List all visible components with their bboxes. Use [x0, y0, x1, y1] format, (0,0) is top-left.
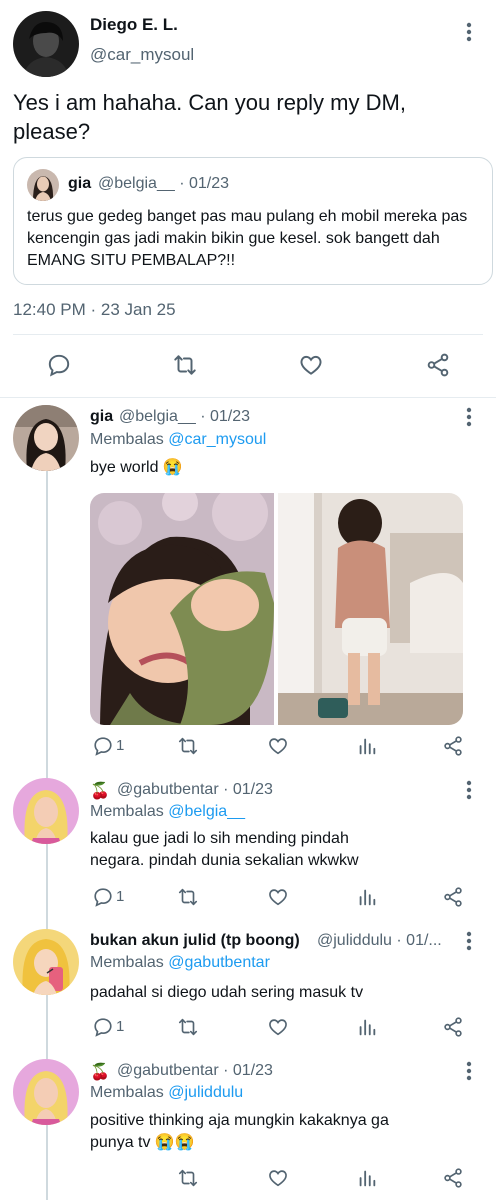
- more-options-icon[interactable]: [462, 407, 476, 427]
- reply-avatar[interactable]: [13, 929, 79, 995]
- reply-text: positive thinking aja mungkin kakaknya g…: [90, 1112, 389, 1151]
- media-image[interactable]: [90, 493, 463, 725]
- reply-count: 1: [116, 737, 125, 754]
- like-icon[interactable]: [267, 886, 289, 908]
- more-options-icon[interactable]: [462, 1061, 476, 1081]
- divider: [13, 334, 483, 335]
- reply-author-name[interactable]: 🍒: [90, 781, 110, 801]
- more-options-icon[interactable]: [462, 931, 476, 951]
- share-icon[interactable]: [442, 886, 464, 908]
- quoted-author-avatar: [27, 169, 59, 201]
- share-icon[interactable]: [442, 1167, 464, 1189]
- reply-text: padahal si diego udah sering masuk tv: [90, 984, 364, 1001]
- views-icon[interactable]: [356, 1016, 378, 1038]
- replying-to-prefix: Membalas: [90, 803, 169, 820]
- replying-to-prefix: Membalas: [90, 1084, 169, 1101]
- author-avatar[interactable]: [13, 11, 79, 77]
- reply-author-meta[interactable]: @juliddulu · 01/...: [317, 932, 442, 950]
- retweet-icon[interactable]: [177, 1167, 199, 1189]
- reply-icon[interactable]: [92, 1016, 114, 1038]
- replying-to-prefix: Membalas: [90, 431, 169, 448]
- replying-to-mention[interactable]: @juliddulu: [168, 1084, 243, 1101]
- reply-text: bye world 😭: [90, 459, 183, 476]
- reply-avatar[interactable]: [13, 405, 79, 471]
- share-icon[interactable]: [442, 1016, 464, 1038]
- more-options-icon[interactable]: [462, 22, 476, 42]
- retweet-icon[interactable]: [177, 1016, 199, 1038]
- reply-count: 1: [116, 888, 125, 905]
- reply-author-name[interactable]: gia: [90, 408, 113, 426]
- reply-author-meta[interactable]: @gabutbentar · 01/23: [117, 781, 273, 799]
- reply-avatar[interactable]: [13, 1059, 79, 1125]
- tweet-timestamp[interactable]: 12:40 PM · 23 Jan 25: [13, 300, 176, 320]
- like-icon[interactable]: [267, 1016, 289, 1038]
- reply-text: kalau gue jadi lo sih mending pindah neg…: [90, 830, 359, 869]
- reply-count: 1: [116, 1018, 125, 1035]
- reply-author-name[interactable]: 🍒: [90, 1062, 110, 1082]
- reply-avatar[interactable]: [13, 778, 79, 844]
- retweet-icon[interactable]: [172, 352, 198, 378]
- views-icon[interactable]: [356, 1167, 378, 1189]
- replying-to: Membalas @car_mysoul: [90, 431, 266, 449]
- replying-to: Membalas @juliddulu: [90, 1084, 243, 1102]
- reply-icon[interactable]: [92, 735, 114, 757]
- like-icon[interactable]: [298, 352, 324, 378]
- author-handle[interactable]: @car_mysoul: [90, 45, 194, 65]
- quoted-author-name: gia: [68, 175, 92, 192]
- quoted-author-meta: @belgia__ · 01/23: [98, 175, 229, 192]
- retweet-icon[interactable]: [177, 735, 199, 757]
- tweet-text: Yes i am hahaha. Can you reply my DM, pl…: [13, 90, 406, 144]
- replying-to-mention[interactable]: @car_mysoul: [168, 431, 266, 448]
- reply-author-meta[interactable]: @gabutbentar · 01/23: [117, 1062, 273, 1080]
- media-grid[interactable]: [90, 493, 463, 725]
- replying-to-prefix: Membalas: [90, 954, 169, 971]
- retweet-icon[interactable]: [177, 886, 199, 908]
- quoted-tweet-text: terus gue gedeg banget pas mau pulang eh…: [27, 208, 468, 269]
- reply-author-name[interactable]: bukan akun julid (tp boong): [90, 932, 300, 950]
- replying-to-mention[interactable]: @belgia__: [168, 803, 245, 820]
- reply-author-meta[interactable]: @belgia__ · 01/23: [119, 408, 250, 426]
- views-icon[interactable]: [356, 735, 378, 757]
- views-icon[interactable]: [356, 886, 378, 908]
- like-icon[interactable]: [267, 1167, 289, 1189]
- share-icon[interactable]: [442, 735, 464, 757]
- share-icon[interactable]: [425, 352, 451, 378]
- more-options-icon[interactable]: [462, 780, 476, 800]
- replying-to-mention[interactable]: @gabutbentar: [168, 954, 270, 971]
- replying-to: Membalas @belgia__: [90, 803, 245, 821]
- like-icon[interactable]: [267, 735, 289, 757]
- reply-icon[interactable]: [46, 352, 72, 378]
- reply-icon[interactable]: [92, 886, 114, 908]
- divider: [0, 397, 496, 398]
- replying-to: Membalas @gabutbentar: [90, 954, 270, 972]
- author-name[interactable]: Diego E. L.: [90, 15, 178, 35]
